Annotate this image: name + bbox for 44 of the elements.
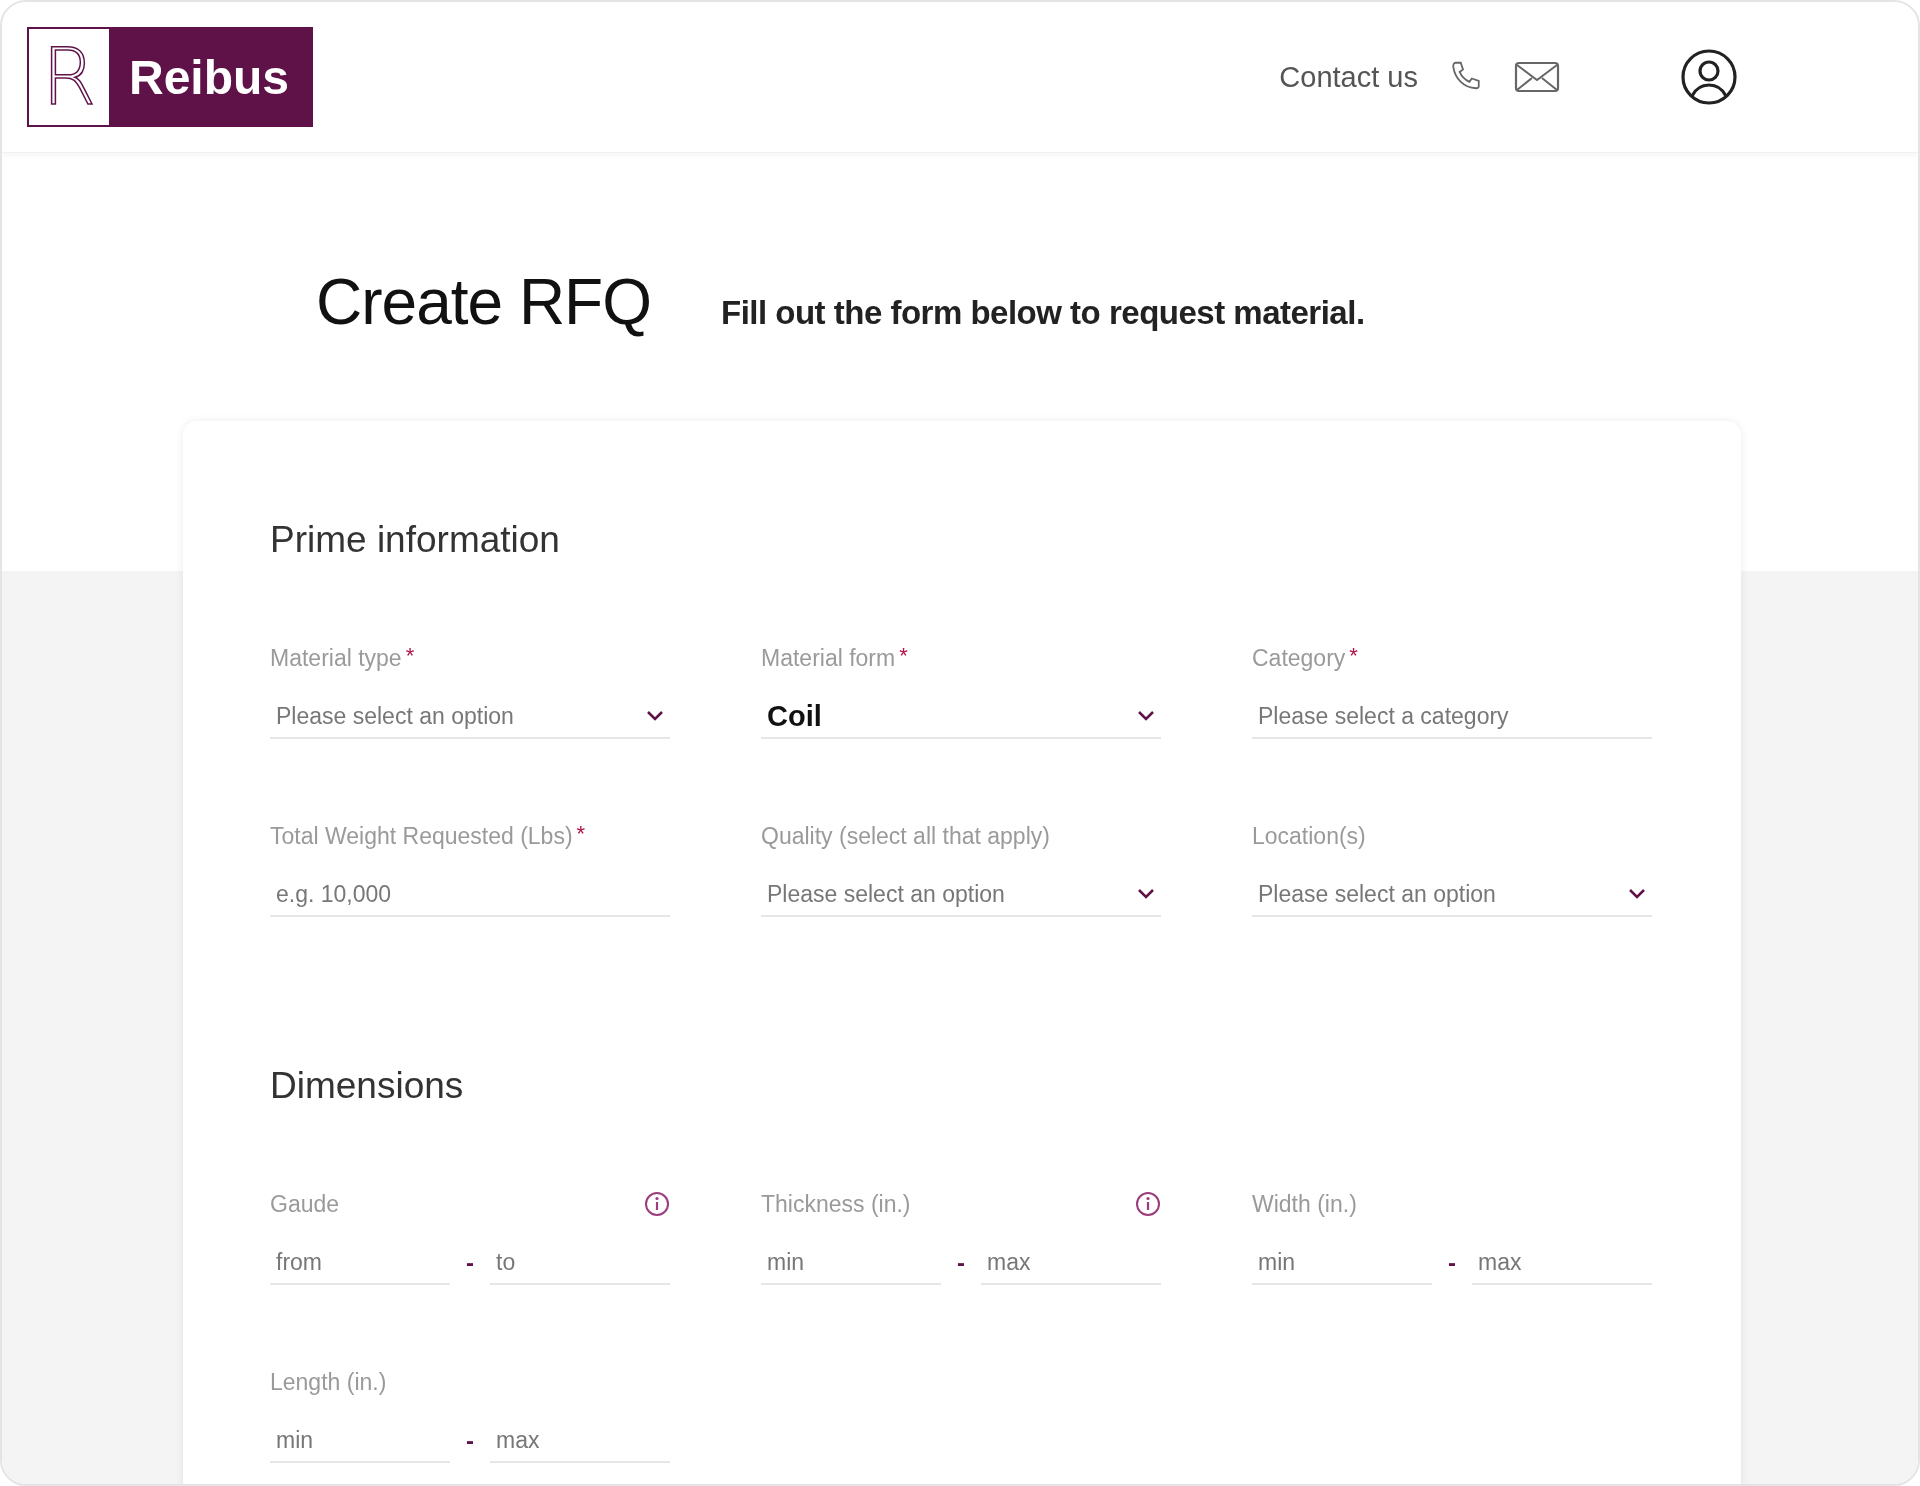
field-label: Gaude: [270, 1190, 340, 1218]
required-mark: *: [899, 643, 908, 669]
field-label: Location(s): [1252, 822, 1366, 850]
field-label: Length (in.): [270, 1368, 387, 1396]
input-field[interactable]: from: [270, 1241, 450, 1285]
chevron-down-icon: [1137, 888, 1155, 900]
input-field[interactable]: min: [1252, 1241, 1432, 1285]
field-label: Material form: [761, 644, 896, 672]
chevron-down-icon: [1628, 888, 1646, 900]
input-field[interactable]: min: [270, 1419, 450, 1463]
mail-icon[interactable]: [1514, 60, 1560, 94]
chevron-down-icon: [1137, 710, 1155, 722]
input-field[interactable]: e.g. 10,000: [270, 873, 670, 917]
range-separator: -: [1447, 1249, 1457, 1277]
section-title: Dimensions: [270, 1065, 465, 1107]
chevron-down-icon: [646, 710, 664, 722]
required-mark: *: [405, 643, 415, 669]
user-icon[interactable]: [1680, 48, 1738, 106]
input-field[interactable]: Please select a category: [1252, 695, 1652, 739]
field-label: Width (in.): [1252, 1190, 1357, 1218]
field-label: Quality (select all that apply): [761, 822, 1050, 850]
field-label: Thickness (in.): [761, 1190, 911, 1218]
input-field[interactable]: max: [490, 1419, 670, 1463]
range-separator: -: [465, 1427, 475, 1455]
range-separator: -: [956, 1249, 966, 1277]
input-field[interactable]: min: [761, 1241, 941, 1285]
required-mark: *: [576, 821, 586, 847]
section-title: Prime information: [270, 519, 561, 561]
select-field[interactable]: Please select an option: [1252, 873, 1652, 917]
range-separator: -: [465, 1249, 475, 1277]
field-label: Category: [1252, 644, 1346, 672]
input-field[interactable]: to: [490, 1241, 670, 1285]
input-field[interactable]: max: [1472, 1241, 1652, 1285]
contact-link[interactable]: Contact us: [1279, 60, 1418, 94]
required-mark: *: [1349, 643, 1358, 669]
page-title: Create RFQ: [316, 265, 651, 339]
select-field[interactable]: Please select an option: [761, 873, 1161, 917]
logo[interactable]: R Reibus: [27, 27, 314, 127]
page-subtitle: Fill out the form below to request material.: [720, 294, 1365, 332]
select-field[interactable]: Coil: [761, 695, 1161, 739]
field-label: Material type: [270, 644, 402, 672]
input-field[interactable]: max: [981, 1241, 1161, 1285]
select-field[interactable]: Please select an option: [270, 695, 670, 739]
field-label: Total Weight Requested (Lbs): [270, 822, 573, 850]
